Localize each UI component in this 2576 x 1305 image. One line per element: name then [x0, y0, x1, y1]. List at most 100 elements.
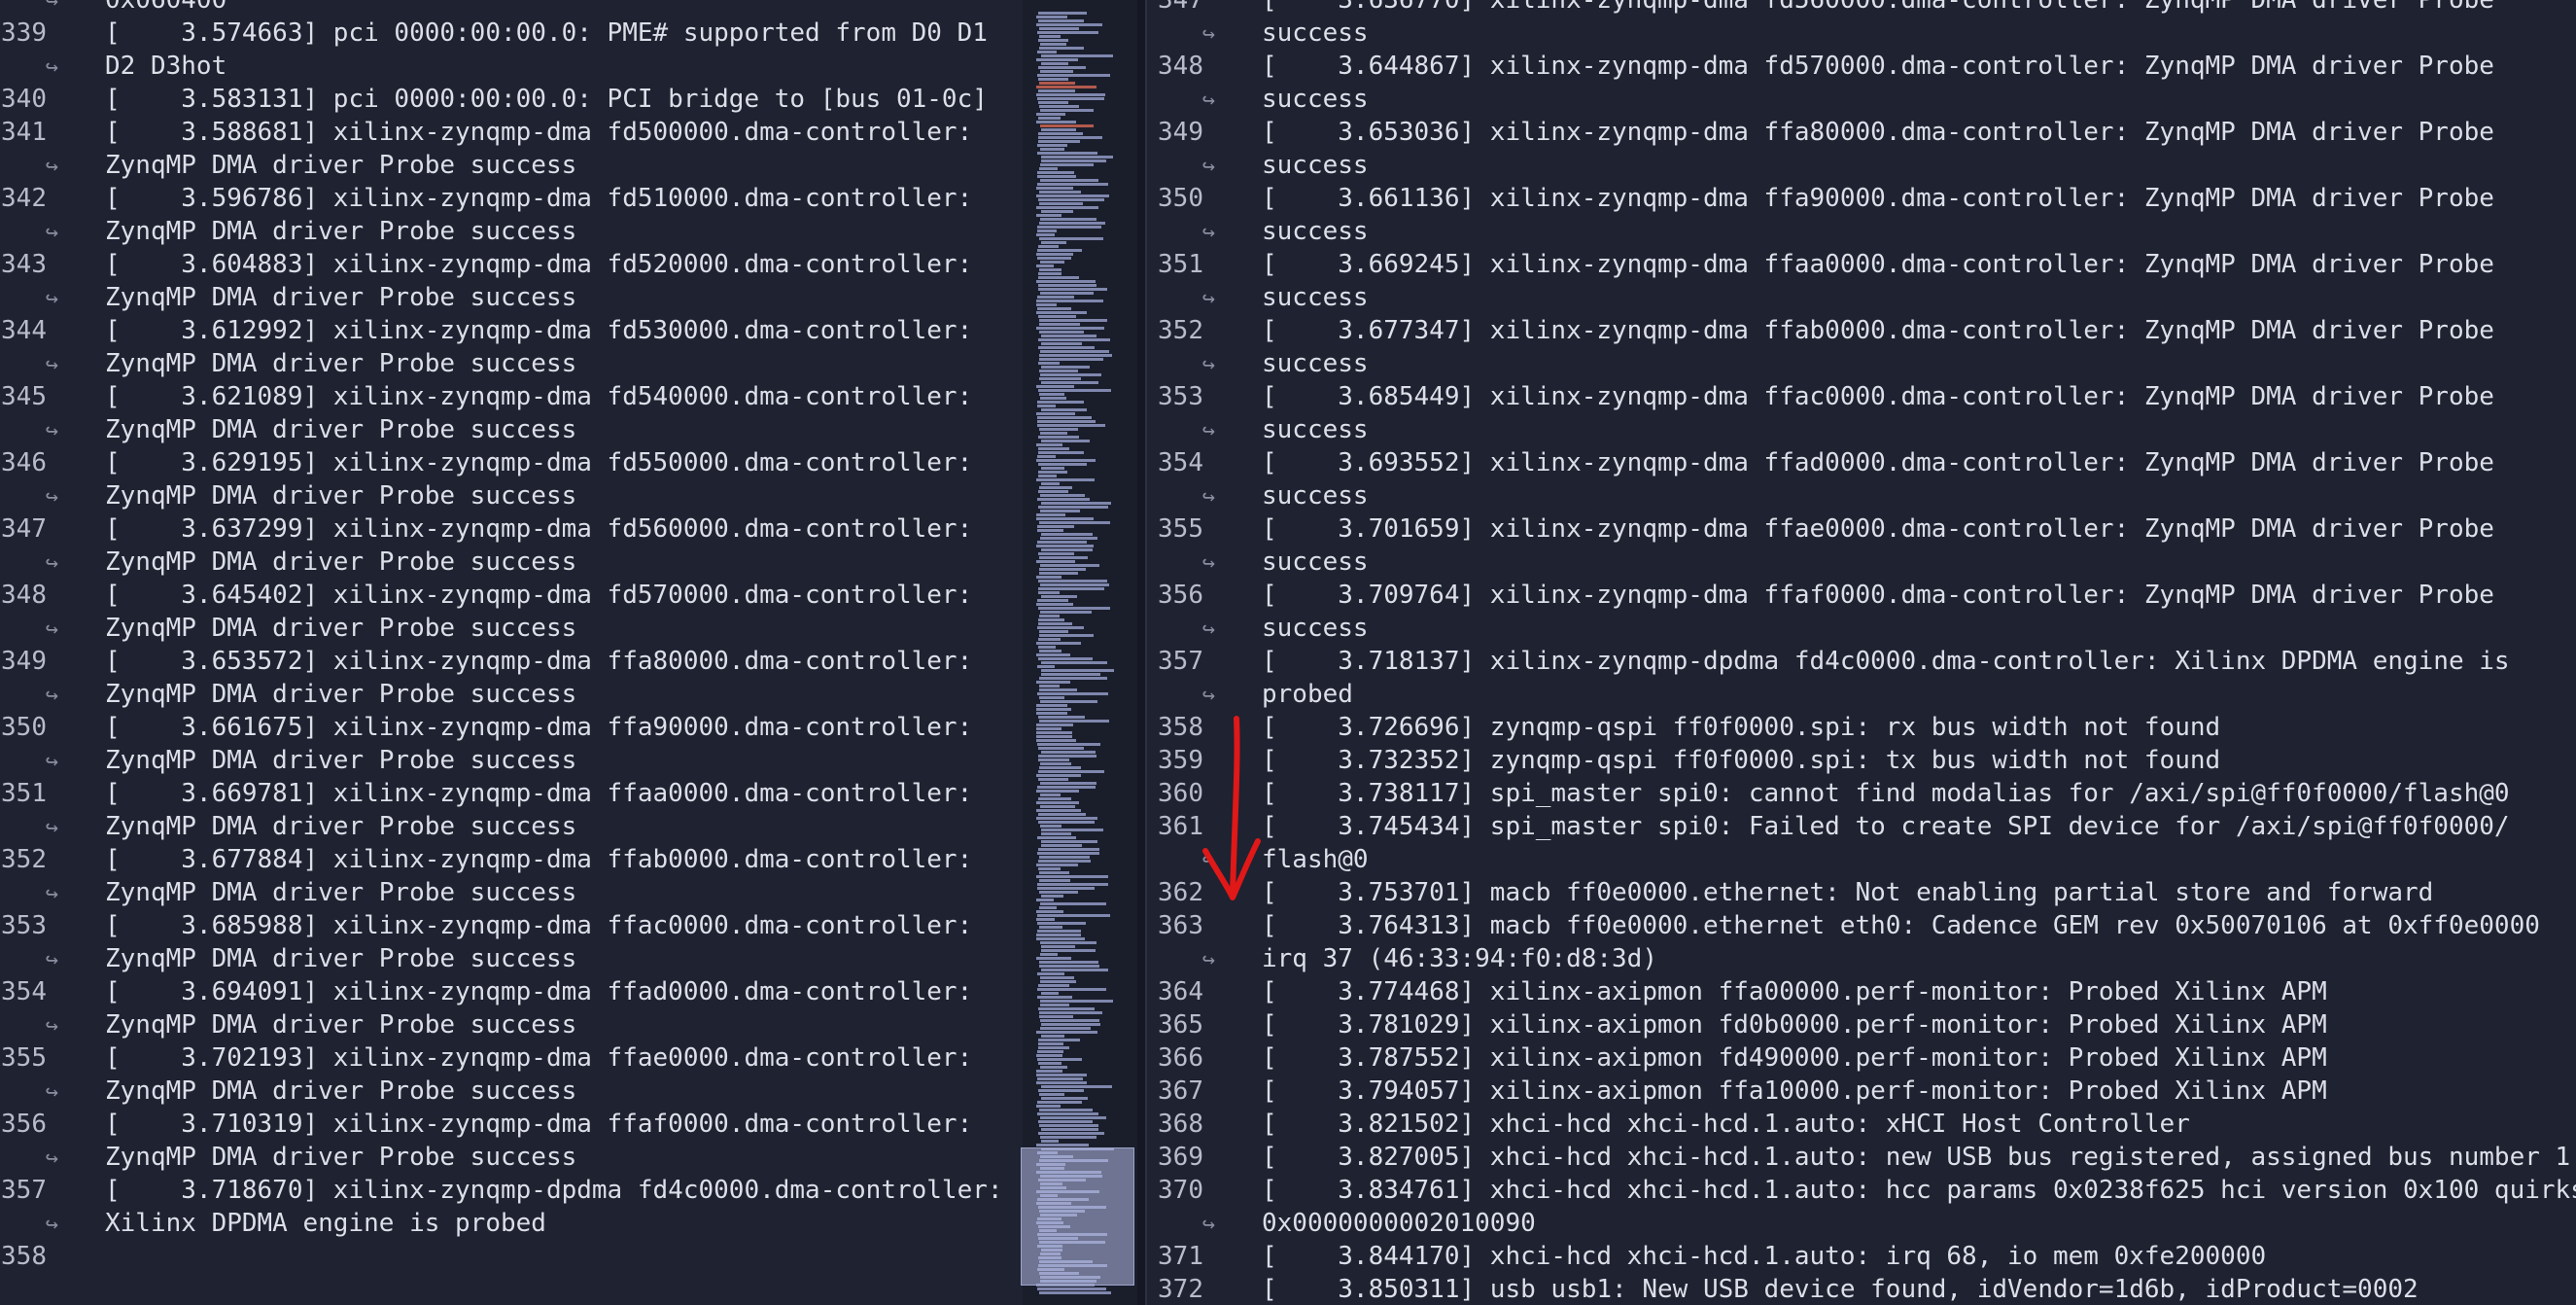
wrapped-line-continuation[interactable]: ↪ success — [1147, 83, 2576, 116]
log-line[interactable]: 341 [ 3.588681] xilinx-zynqmp-dma fd50000… — [0, 116, 1023, 149]
line-text: success — [1262, 283, 1369, 312]
minimap-line — [1040, 70, 1073, 73]
log-line[interactable]: 349 [ 3.653572] xilinx-zynqmp-dma ffa8000… — [0, 645, 1023, 678]
log-line[interactable]: 354 [ 3.693552] xilinx-zynqmp-dma ffad000… — [1147, 446, 2576, 479]
log-line[interactable]: 364 [ 3.774468] xilinx-axipmon ffa00000.p… — [1147, 975, 2576, 1008]
pane-splitter[interactable] — [1137, 0, 1145, 1305]
wrapped-line-continuation[interactable]: ↪ ZynqMP DMA driver Probe success — [0, 1075, 1023, 1108]
wrapped-line-continuation[interactable]: ↪ D2 D3hot — [0, 50, 1023, 83]
log-line[interactable]: 363 [ 3.764313] macb ff0e0000.ethernet et… — [1147, 909, 2576, 942]
minimap-line — [1039, 1109, 1093, 1111]
log-line[interactable]: 345 [ 3.621089] xilinx-zynqmp-dma fd54000… — [0, 380, 1023, 413]
log-line[interactable]: 359 [ 3.732352] zynqmp-qspi ff0f0000.spi:… — [1147, 744, 2576, 777]
wrapped-line-continuation[interactable]: ↪ ZynqMP DMA driver Probe success — [0, 281, 1023, 314]
wrapped-line-continuation[interactable]: ↪ success — [1147, 281, 2576, 314]
log-line[interactable]: 367 [ 3.794057] xilinx-axipmon ffa10000.p… — [1147, 1075, 2576, 1108]
log-line[interactable]: 348 [ 3.645402] xilinx-zynqmp-dma fd57000… — [0, 579, 1023, 612]
log-line[interactable]: 358 [ 3.726696] zynqmp-qspi ff0f0000.spi:… — [1147, 711, 2576, 744]
wrapped-line-continuation[interactable]: ↪ ZynqMP DMA driver Probe success — [0, 612, 1023, 645]
log-line[interactable]: 355 [ 3.701659] xilinx-zynqmp-dma ffae000… — [1147, 512, 2576, 546]
log-line[interactable]: 353 [ 3.685449] xilinx-zynqmp-dma ffac000… — [1147, 380, 2576, 413]
wrapped-line-continuation[interactable]: ↪ ZynqMP DMA driver Probe success — [0, 413, 1023, 446]
minimap-line — [1037, 930, 1081, 933]
minimap-line — [1041, 502, 1111, 505]
wrapped-line-continuation[interactable]: ↪ ZynqMP DMA driver Probe success — [0, 149, 1023, 182]
right-editor-pane[interactable]: 347 [ 3.636770] xilinx-zynqmp-dma fd56000… — [1145, 0, 2576, 1305]
minimap-line — [1040, 432, 1067, 435]
log-line[interactable]: 357 [ 3.718137] xilinx-zynqmp-dpdma fd4c0… — [1147, 645, 2576, 678]
wrapped-line-continuation[interactable]: ↪ success — [1147, 413, 2576, 446]
minimap-viewport-slider[interactable] — [1021, 1147, 1134, 1286]
log-line[interactable]: 340 [ 3.583131] pci 0000:00:00.0: PCI bri… — [0, 83, 1023, 116]
log-line[interactable]: 365 [ 3.781029] xilinx-axipmon fd0b0000.p… — [1147, 1008, 2576, 1041]
line-gutter: ↪ — [1147, 678, 1244, 713]
minimap[interactable] — [1023, 0, 1137, 1305]
log-line[interactable]: 344 [ 3.612992] xilinx-zynqmp-dma fd53000… — [0, 314, 1023, 347]
wrapped-line-continuation[interactable]: ↪ success — [1147, 17, 2576, 50]
log-line[interactable]: 366 [ 3.787552] xilinx-axipmon fd490000.p… — [1147, 1041, 2576, 1075]
wrapped-line-continuation[interactable]: ↪ flash@0 — [1147, 843, 2576, 876]
wrapped-line-continuation[interactable]: ↪ Xilinx DPDMA engine is probed — [0, 1207, 1023, 1240]
line-text: [ 3.636770] xilinx-zynqmp-dma fd560000.d… — [1262, 0, 2494, 15]
wrapped-line-continuation[interactable]: ↪ ZynqMP DMA driver Probe success — [0, 1141, 1023, 1174]
log-line[interactable]: 343 [ 3.604883] xilinx-zynqmp-dma fd52000… — [0, 248, 1023, 281]
minimap-line — [1037, 786, 1096, 789]
log-line[interactable]: 352 [ 3.677884] xilinx-zynqmp-dma ffab000… — [0, 843, 1023, 876]
log-line[interactable]: 371 [ 3.844170] xhci-hcd xhci-hcd.1.auto:… — [1147, 1240, 2576, 1273]
line-text: [ 3.629195] xilinx-zynqmp-dma fd550000.d… — [105, 448, 973, 477]
log-line[interactable]: 362 [ 3.753701] macb ff0e0000.ethernet: N… — [1147, 876, 2576, 909]
minimap-line — [1041, 949, 1096, 952]
wrapped-line-continuation[interactable]: ↪ ZynqMP DMA driver Probe success — [0, 810, 1023, 843]
log-line[interactable]: 352 [ 3.677347] xilinx-zynqmp-dma ffab000… — [1147, 314, 2576, 347]
wrapped-line-continuation[interactable]: ↪ 0x060400 — [0, 0, 1023, 17]
wrapped-line-continuation[interactable]: ↪ ZynqMP DMA driver Probe success — [0, 479, 1023, 512]
log-line[interactable]: 370 [ 3.834761] xhci-hcd xhci-hcd.1.auto:… — [1147, 1174, 2576, 1207]
wrapped-line-continuation[interactable]: ↪ success — [1147, 546, 2576, 579]
wrapped-line-continuation[interactable]: ↪ success — [1147, 347, 2576, 380]
wrapped-line-continuation[interactable]: ↪ success — [1147, 215, 2576, 248]
wrapped-line-continuation[interactable]: ↪ irq 37 (46:33:94:f0:d8:3d) — [1147, 942, 2576, 975]
log-line[interactable]: 353 [ 3.685988] xilinx-zynqmp-dma ffac000… — [0, 909, 1023, 942]
wrapped-line-continuation[interactable]: ↪ success — [1147, 479, 2576, 512]
log-line[interactable]: 350 [ 3.661675] xilinx-zynqmp-dma ffa9000… — [0, 711, 1023, 744]
wrapped-line-continuation[interactable]: ↪ success — [1147, 149, 2576, 182]
log-line[interactable]: 342 [ 3.596786] xilinx-zynqmp-dma fd51000… — [0, 182, 1023, 215]
minimap-line — [1038, 867, 1061, 870]
line-text: success — [1262, 217, 1369, 246]
log-line[interactable]: 348 [ 3.644867] xilinx-zynqmp-dma fd57000… — [1147, 50, 2576, 83]
log-line[interactable]: 349 [ 3.653036] xilinx-zynqmp-dma ffa8000… — [1147, 116, 2576, 149]
wrapped-line-continuation[interactable]: ↪ ZynqMP DMA driver Probe success — [0, 546, 1023, 579]
line-text: flash@0 — [1262, 845, 1369, 874]
wrapped-line-continuation[interactable]: ↪ ZynqMP DMA driver Probe success — [0, 347, 1023, 380]
minimap-line — [1038, 1062, 1062, 1065]
log-line[interactable]: 351 [ 3.669245] xilinx-zynqmp-dma ffaa000… — [1147, 248, 2576, 281]
log-line[interactable]: 356 [ 3.710319] xilinx-zynqmp-dma ffaf000… — [0, 1108, 1023, 1141]
log-line[interactable]: 346 [ 3.629195] xilinx-zynqmp-dma fd55000… — [0, 446, 1023, 479]
log-line[interactable]: 347 [ 3.636770] xilinx-zynqmp-dma fd56000… — [1147, 0, 2576, 17]
log-line[interactable]: 354 [ 3.694091] xilinx-zynqmp-dma ffad000… — [0, 975, 1023, 1008]
log-line[interactable]: 350 [ 3.661136] xilinx-zynqmp-dma ffa9000… — [1147, 182, 2576, 215]
left-editor-pane[interactable]: ↪ 0x060400 339[ 3.574663] pci 0000:00:00.0… — [0, 0, 1023, 1305]
log-line[interactable]: 360 [ 3.738117] spi_master spi0: cannot f… — [1147, 777, 2576, 810]
wrapped-line-continuation[interactable]: ↪ ZynqMP DMA driver Probe success — [0, 942, 1023, 975]
log-line[interactable]: 358 — [0, 1240, 1023, 1273]
wrapped-line-continuation[interactable]: ↪ ZynqMP DMA driver Probe success — [0, 1008, 1023, 1041]
log-line[interactable]: 368 [ 3.821502] xhci-hcd xhci-hcd.1.auto:… — [1147, 1108, 2576, 1141]
wrapped-line-continuation[interactable]: ↪ success — [1147, 612, 2576, 645]
wrapped-line-continuation[interactable]: ↪ ZynqMP DMA driver Probe success — [0, 744, 1023, 777]
log-line[interactable]: 351 [ 3.669781] xilinx-zynqmp-dma ffaa000… — [0, 777, 1023, 810]
wrapped-line-continuation[interactable]: ↪ ZynqMP DMA driver Probe success — [0, 876, 1023, 909]
wrapped-line-continuation[interactable]: ↪ ZynqMP DMA driver Probe success — [0, 678, 1023, 711]
log-line[interactable]: 369 [ 3.827005] xhci-hcd xhci-hcd.1.auto:… — [1147, 1141, 2576, 1174]
log-line[interactable]: 355 [ 3.702193] xilinx-zynqmp-dma ffae000… — [0, 1041, 1023, 1075]
log-line[interactable]: 372 [ 3.850311] usb usb1: New USB device … — [1147, 1273, 2576, 1305]
log-line[interactable]: 361 [ 3.745434] spi_master spi0: Failed t… — [1147, 810, 2576, 843]
log-line[interactable]: 357 [ 3.718670] xilinx-zynqmp-dpdma fd4c0… — [0, 1174, 1023, 1207]
wrapped-line-continuation[interactable]: ↪ 0x0000000002010090 — [1147, 1207, 2576, 1240]
log-line[interactable]: 356 [ 3.709764] xilinx-zynqmp-dma ffaf000… — [1147, 579, 2576, 612]
minimap-line — [1039, 634, 1094, 637]
log-line[interactable]: 347 [ 3.637299] xilinx-zynqmp-dma fd56000… — [0, 512, 1023, 546]
wrapped-line-continuation[interactable]: ↪ probed — [1147, 678, 2576, 711]
log-line[interactable]: 339 [ 3.574663] pci 0000:00:00.0: PME# su… — [0, 17, 1023, 50]
wrapped-line-continuation[interactable]: ↪ ZynqMP DMA driver Probe success — [0, 215, 1023, 248]
